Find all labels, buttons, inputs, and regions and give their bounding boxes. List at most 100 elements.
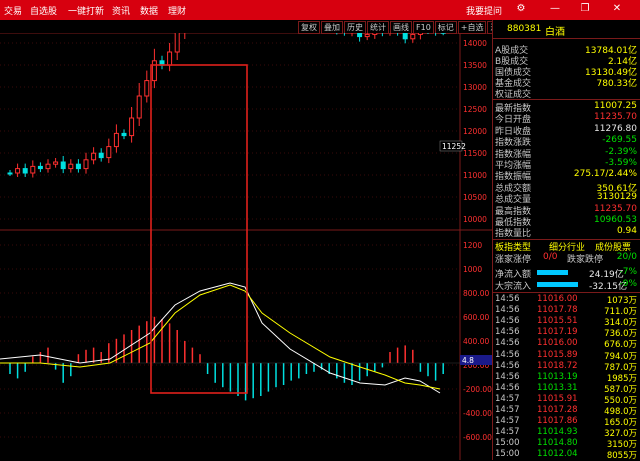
candle-body (145, 81, 149, 96)
tick-volume: 8055万 (607, 449, 637, 461)
stat-value: 10960.53 (594, 215, 637, 225)
candle-body (107, 147, 111, 158)
candle-body (38, 166, 42, 168)
tick-price: 11017.28 (537, 405, 578, 415)
stat-value: 11235.70 (594, 204, 637, 214)
candle-body (175, 33, 179, 52)
candle-body (152, 61, 156, 81)
tick-time: 14:56 (495, 305, 520, 315)
tick-price: 11014.93 (537, 427, 578, 437)
menu-news[interactable]: 资讯 (112, 4, 130, 17)
candle-body (69, 164, 73, 168)
sector-tabs: 板指类型 细分行业 成份股票 (493, 240, 639, 252)
menu-trade[interactable]: 交易 (4, 4, 22, 17)
tick-row: 14:5611016.00676.0万 (493, 338, 639, 349)
candle-body (418, 33, 422, 34)
minimize-icon[interactable]: — (548, 2, 562, 16)
tick-row: 14:5711017.28498.0万 (493, 405, 639, 416)
candle-body (168, 52, 172, 65)
price-axis-label: 12500 (463, 105, 487, 114)
tick-price: 11017.19 (537, 327, 578, 337)
price-axis-label: 10500 (463, 193, 487, 202)
current-price-label: 11252 (442, 142, 466, 151)
tick-price: 11018.72 (537, 361, 578, 371)
turnover-row: A股成交13784.01亿 (493, 43, 639, 54)
tick-price: 11014.80 (537, 438, 578, 448)
candle-body (403, 33, 407, 39)
tick-row: 14:5611017.78711.0万 (493, 305, 639, 316)
stat-row: 总成交额350.61亿 (493, 181, 639, 192)
macd-axis-label: 1000 (463, 265, 482, 274)
stat-row: 最新指数11007.25 (493, 101, 639, 112)
stat-row: 最高指数11235.70 (493, 204, 639, 215)
settings-icon[interactable]: ⚙ (514, 2, 528, 16)
tick-time: 14:56 (495, 338, 520, 348)
tick-row: 15:0011012.048055万 (493, 449, 639, 460)
candle-body (122, 133, 126, 135)
turnover-row: 基金成交780.33亿 (493, 76, 639, 87)
stat-row: 最低指数10960.53 (493, 215, 639, 226)
macd-axis-label: -400.00 (463, 409, 492, 418)
index-header: 880381 白酒 (493, 20, 640, 39)
stat-value: -2.39% (605, 147, 637, 157)
turnover-row: 国债成交13130.49亿 (493, 65, 639, 76)
stat-row: 指数量比0.94 (493, 226, 639, 237)
tick-price: 11017.86 (537, 416, 578, 426)
macd-axis-label: -600.00 (463, 433, 492, 442)
menu-finance[interactable]: 理财 (168, 4, 186, 17)
tick-time: 14:57 (495, 416, 520, 426)
stat-value: -3.59% (605, 158, 637, 168)
candle-body (114, 133, 118, 146)
flow-label: 大宗流入 (495, 279, 531, 292)
tick-price: 11017.78 (537, 305, 578, 315)
candle-body (92, 153, 96, 160)
macd-axis-label: 800.00 (463, 289, 489, 298)
tick-price: 11013.31 (537, 383, 578, 393)
tick-row: 14:5611016.001073万 (493, 294, 639, 305)
flow-row: 大宗流入-32.15亿-9% (493, 279, 639, 291)
candle-body (84, 160, 88, 169)
stat-value: 11007.25 (594, 101, 637, 111)
flow-percent: -7% (619, 267, 637, 277)
stat-value: 3130129 (597, 192, 637, 202)
down-limit-label: 跌家跌停 (567, 252, 603, 265)
tick-row: 14:5711017.86165.0万 (493, 416, 639, 427)
candle-body (16, 169, 20, 173)
candle-body (23, 169, 27, 173)
tick-time: 14:56 (495, 383, 520, 393)
chart-toolbar: 复权 叠加 历史 统计 画线 F10 标记 +自选 返回 (298, 21, 510, 33)
candle-body (411, 34, 415, 38)
candle-body (373, 33, 377, 34)
tick-price: 11015.91 (537, 394, 578, 404)
turnover-row: 权证成交 (493, 87, 639, 98)
candle-body (31, 166, 35, 173)
tick-row: 14:5611015.51314.0万 (493, 316, 639, 327)
stat-value: 275.17/2.44% (574, 169, 637, 179)
index-code: 880381 (507, 24, 541, 34)
candle-body (61, 162, 65, 169)
close-icon[interactable]: ✕ (610, 2, 624, 16)
menu-watchlist[interactable]: 自选股 (30, 4, 57, 17)
stat-value: 11276.80 (594, 124, 637, 134)
candle-body (137, 96, 141, 118)
menu-ipo[interactable]: 一键打新 (68, 4, 104, 17)
tick-time: 14:57 (495, 405, 520, 415)
tick-time: 14:57 (495, 427, 520, 437)
restore-icon[interactable]: ❐ (578, 2, 592, 16)
price-axis-label: 12000 (463, 127, 487, 136)
kline-chart[interactable]: 1400013500130001250012000115001100010500… (0, 33, 492, 460)
tick-time: 14:56 (495, 372, 520, 382)
candle-body (358, 33, 362, 37)
tick-row: 14:5611013.191985万 (493, 372, 639, 383)
candle-body (46, 164, 50, 168)
tick-time: 15:00 (495, 449, 520, 459)
ask-question-link[interactable]: 我要提问 (466, 4, 502, 17)
menu-data[interactable]: 数据 (140, 4, 158, 17)
stat-row: 今日开盘11235.70 (493, 112, 639, 123)
stat-row: 总成交量3130129 (493, 192, 639, 203)
tick-time: 14:56 (495, 350, 520, 360)
tick-price: 11016.00 (537, 338, 578, 348)
dea-line (0, 285, 440, 389)
stat-row: 指数涨幅-2.39% (493, 147, 639, 158)
macd-axis-label: 1200 (463, 241, 482, 250)
